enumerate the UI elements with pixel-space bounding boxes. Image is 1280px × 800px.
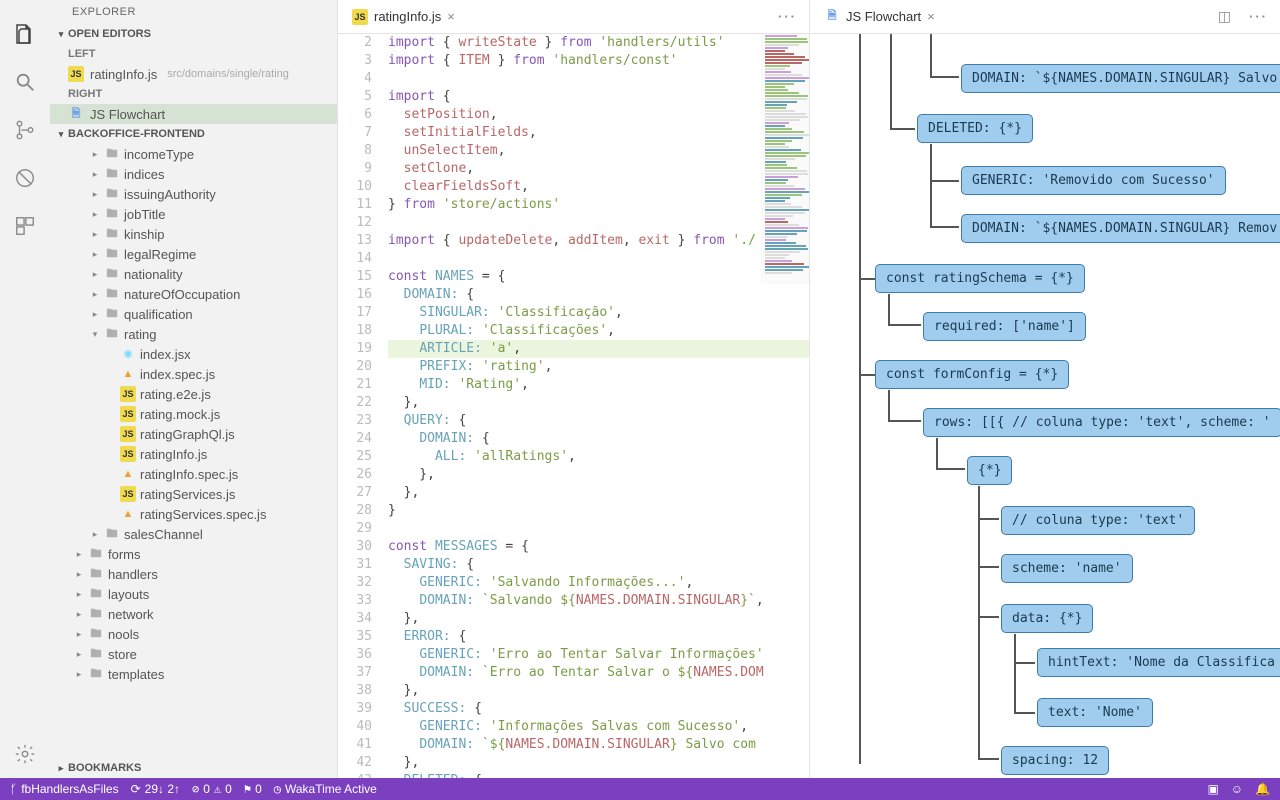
activity-bar bbox=[0, 0, 50, 778]
file-ratinginfo-spec[interactable]: ▲ratingInfo.spec.js bbox=[50, 464, 337, 484]
open-editor-flowchart[interactable]: 🗎JS Flowchart bbox=[50, 104, 337, 124]
group-right: RIGHT bbox=[50, 84, 337, 104]
folder-kinship[interactable]: ▸🖿kinship bbox=[50, 224, 337, 244]
branch-icon: ᚶ bbox=[10, 782, 17, 796]
flag-icon: ⚑ bbox=[244, 782, 251, 796]
warning-icon: ⚠ bbox=[214, 782, 221, 796]
editor-left: JSratingInfo.js× ··· 2345678910111213141… bbox=[338, 0, 810, 778]
editor-pane: JSratingInfo.js× ··· 2345678910111213141… bbox=[338, 0, 1280, 778]
tab-ratinginfo[interactable]: JSratingInfo.js× bbox=[344, 0, 463, 33]
fc-node: required: ['name'] bbox=[923, 312, 1086, 341]
fc-node: {*} bbox=[967, 456, 1012, 485]
problems[interactable]: ⊘0 ⚠0 bbox=[192, 782, 232, 796]
editor-right: 🗎JS Flowchart× ◫ ··· DOMAIN: `${NAMES.DO… bbox=[810, 0, 1280, 778]
fc-node: GENERIC: 'Removido com Sucesso' bbox=[961, 166, 1226, 195]
notifications-icon[interactable]: 🔔 bbox=[1255, 782, 1270, 796]
fc-node: spacing: 12 bbox=[1001, 746, 1109, 775]
close-icon[interactable]: × bbox=[927, 9, 935, 24]
git-sync[interactable]: ⟳29↓ 2↑ bbox=[131, 782, 180, 796]
folder-natureofoccupation[interactable]: ▸🖿natureOfOccupation bbox=[50, 284, 337, 304]
file-ratingservices-spec[interactable]: ▲ratingServices.spec.js bbox=[50, 504, 337, 524]
folder-qualification[interactable]: ▸🖿qualification bbox=[50, 304, 337, 324]
folder-nools[interactable]: ▸🖿nools bbox=[50, 624, 337, 644]
section-bookmarks[interactable]: ▸BOOKMARKS bbox=[50, 758, 337, 778]
tab-overflow-icon[interactable]: ··· bbox=[772, 9, 803, 24]
file-index-spec[interactable]: ▲index.spec.js bbox=[50, 364, 337, 384]
group-left: LEFT bbox=[50, 44, 337, 64]
fc-node: DELETED: {*} bbox=[917, 114, 1033, 143]
tabs-left: JSratingInfo.js× ··· bbox=[338, 0, 809, 34]
tabs-right: 🗎JS Flowchart× ◫ ··· bbox=[810, 0, 1280, 34]
folder-network[interactable]: ▸🖿network bbox=[50, 604, 337, 624]
folder-legalregime[interactable]: ▸🖿legalRegime bbox=[50, 244, 337, 264]
section-project[interactable]: ▾BACKOFFICE-FRONTEND bbox=[50, 124, 337, 144]
folder-incometype[interactable]: ▸🖿incomeType bbox=[50, 144, 337, 164]
git-branch[interactable]: ᚶfbHandlersAsFiles bbox=[10, 782, 119, 796]
folder-nationality[interactable]: ▸🖿nationality bbox=[50, 264, 337, 284]
file-ratingservices[interactable]: JSratingServices.js bbox=[50, 484, 337, 504]
fc-node: hintText: 'Nome da Classifica bbox=[1037, 648, 1280, 677]
extensions-icon[interactable] bbox=[11, 212, 39, 240]
wakatime[interactable]: ◷WakaTime Active bbox=[274, 782, 377, 796]
folder-forms[interactable]: ▸🖿forms bbox=[50, 544, 337, 564]
flowchart-canvas[interactable]: DOMAIN: `${NAMES.DOMAIN.SINGULAR} Salvo … bbox=[810, 34, 1280, 778]
folder-indices[interactable]: ▸🖿indices bbox=[50, 164, 337, 184]
sidebar: EXPLORER ▾OPEN EDITORS LEFT JSratingInfo… bbox=[50, 0, 338, 778]
tab-flowchart[interactable]: 🗎JS Flowchart× bbox=[816, 0, 943, 33]
statusbar: ᚶfbHandlersAsFiles ⟳29↓ 2↑ ⊘0 ⚠0 ⚑0 ◷Wak… bbox=[0, 778, 1280, 800]
folder-store[interactable]: ▸🖿store bbox=[50, 644, 337, 664]
clock-icon: ◷ bbox=[274, 782, 281, 796]
folder-jobtitle[interactable]: ▸🖿jobTitle bbox=[50, 204, 337, 224]
sidebar-title: EXPLORER bbox=[50, 0, 337, 24]
fc-node: scheme: 'name' bbox=[1001, 554, 1133, 583]
code-editor[interactable]: 2345678910111213141516171819202122232425… bbox=[338, 34, 809, 778]
file-tree: ▸🖿incomeType ▸🖿indices ▸🖿issuingAuthorit… bbox=[50, 144, 337, 758]
folder-issuingauthority[interactable]: ▸🖿issuingAuthority bbox=[50, 184, 337, 204]
fc-node: text: 'Nome' bbox=[1037, 698, 1153, 727]
file-index-jsx[interactable]: ⚛index.jsx bbox=[50, 344, 337, 364]
fc-node: DOMAIN: `${NAMES.DOMAIN.SINGULAR} Salvo bbox=[961, 64, 1280, 93]
feedback-icon[interactable]: ☺ bbox=[1231, 782, 1243, 796]
file-ratinginfo[interactable]: JSratingInfo.js bbox=[50, 444, 337, 464]
folder-saleschannel[interactable]: ▸🖿salesChannel bbox=[50, 524, 337, 544]
file-rating-mock[interactable]: JSrating.mock.js bbox=[50, 404, 337, 424]
fc-node: const ratingSchema = {*} bbox=[875, 264, 1085, 293]
folder-layouts[interactable]: ▸🖿layouts bbox=[50, 584, 337, 604]
tab-overflow-icon[interactable]: ··· bbox=[1243, 9, 1274, 24]
scm-icon[interactable] bbox=[11, 116, 39, 144]
folder-rating[interactable]: ▾🖿rating bbox=[50, 324, 337, 344]
fc-node: data: {*} bbox=[1001, 604, 1093, 633]
folder-handlers[interactable]: ▸🖿handlers bbox=[50, 564, 337, 584]
split-editor-icon[interactable]: ◫ bbox=[1214, 8, 1235, 25]
file-rating-e2e[interactable]: JSrating.e2e.js bbox=[50, 384, 337, 404]
fc-node: DOMAIN: `${NAMES.DOMAIN.SINGULAR} Remov bbox=[961, 214, 1280, 243]
sync-icon: ⟳ bbox=[131, 782, 141, 796]
close-icon[interactable]: × bbox=[447, 9, 455, 24]
error-icon: ⊘ bbox=[192, 782, 199, 796]
section-open-editors[interactable]: ▾OPEN EDITORS bbox=[50, 24, 337, 44]
terminal-icon[interactable]: ▣ bbox=[1207, 782, 1218, 796]
fc-node: // coluna type: 'text' bbox=[1001, 506, 1195, 535]
search-icon[interactable] bbox=[11, 68, 39, 96]
explorer-icon[interactable] bbox=[11, 20, 39, 48]
lint[interactable]: ⚑0 bbox=[244, 782, 262, 796]
file-rating-graphql[interactable]: JSratingGraphQl.js bbox=[50, 424, 337, 444]
fc-node: const formConfig = {*} bbox=[875, 360, 1069, 389]
open-editor-ratinginfo[interactable]: JSratingInfo.jssrc/domains/single/rating bbox=[50, 64, 337, 84]
fc-node: rows: [[{ // coluna type: 'text', scheme… bbox=[923, 408, 1280, 437]
settings-icon[interactable] bbox=[11, 740, 39, 768]
folder-templates[interactable]: ▸🖿templates bbox=[50, 664, 337, 684]
debug-icon[interactable] bbox=[11, 164, 39, 192]
